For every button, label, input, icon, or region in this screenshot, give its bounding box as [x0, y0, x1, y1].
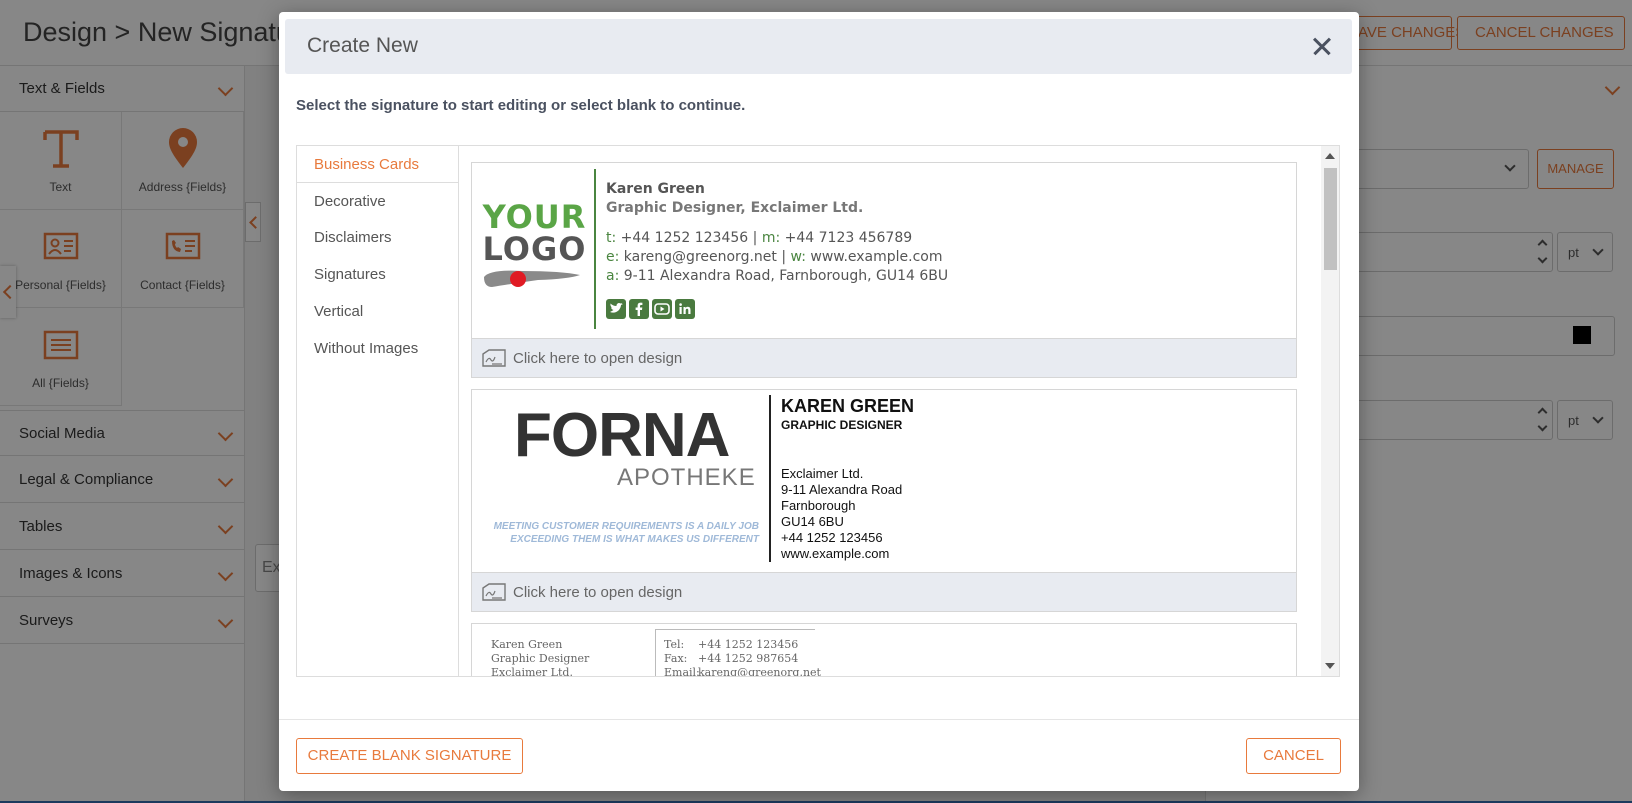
category-signatures[interactable]: Signatures [297, 256, 458, 293]
email-label: e: [606, 249, 620, 265]
cancel-button[interactable]: CANCEL [1246, 738, 1341, 774]
forna-logo-text: FORNA [514, 401, 730, 470]
company: Exclaimer Ltd. [491, 666, 573, 676]
separator: | [752, 230, 758, 246]
company: Exclaimer Ltd. [781, 466, 864, 481]
mobile-value: +44 7123 456789 [784, 230, 913, 246]
category-disclaimers[interactable]: Disclaimers [297, 219, 458, 256]
scroll-down-icon[interactable] [1325, 663, 1335, 669]
street: 9-11 Alexandra Road [781, 482, 903, 497]
town: Farnborough [781, 498, 856, 513]
twitter-icon [606, 299, 626, 319]
apotheke-logo-text: APOTHEKE [617, 464, 756, 491]
open-design-label: Click here to open design [513, 584, 683, 601]
email-line: e: kareng@greenorg.net | w: www.example.… [606, 249, 943, 265]
your-logo-image: YOUR LOGO [482, 201, 587, 291]
template-card[interactable]: FORNA APOTHEKE MEETING CUSTOMER REQUIREM… [471, 389, 1297, 612]
brush-stroke-icon [484, 270, 580, 287]
dialog-title: Create New [307, 34, 418, 57]
separator: | [781, 249, 787, 265]
dialog-header: Create New [285, 19, 1352, 74]
divider [594, 169, 596, 329]
signature-name: Karen Green [606, 181, 705, 197]
youtube-icon [652, 299, 672, 319]
motto-line2: EXCEEDING THEM IS WHAT MAKES US DIFFEREN… [510, 534, 759, 545]
create-blank-signature-button[interactable]: CREATE BLANK SIGNATURE [296, 738, 523, 774]
phone: +44 1252 123456 [781, 530, 883, 545]
footer-divider [279, 719, 1359, 720]
open-design-bar[interactable]: Click here to open design [472, 572, 1296, 611]
facebook-icon [629, 299, 649, 319]
scrollbar-thumb[interactable] [1324, 168, 1337, 270]
category-list: Business Cards Decorative Disclaimers Si… [297, 146, 459, 676]
email-value: kareng@greenorg.net [698, 666, 821, 676]
dialog-instruction: Select the signature to start editing or… [296, 97, 746, 114]
signature-name: KAREN GREEN [781, 396, 915, 416]
web-value: www.example.com [810, 249, 943, 265]
template-list-scrollbar[interactable] [1321, 146, 1339, 676]
category-decorative[interactable]: Decorative [297, 183, 458, 220]
create-new-dialog: Create New Select the signature to start… [279, 12, 1359, 791]
signature-role: Graphic Designer [491, 652, 590, 665]
divider [769, 395, 771, 562]
signature-doc-icon [482, 583, 506, 601]
phone-label: t: [606, 230, 617, 246]
open-design-bar[interactable]: Click here to open design [472, 338, 1296, 377]
email-value: kareng@greenorg.net [623, 249, 777, 265]
linkedin-icon [675, 299, 695, 319]
motto-line1: MEETING CUSTOMER REQUIREMENTS IS A DAILY… [493, 521, 759, 532]
tel-label: Tel: [664, 638, 685, 651]
open-design-label: Click here to open design [513, 350, 683, 367]
phone-value: +44 1252 123456 [620, 230, 749, 246]
address-value: 9-11 Alexandra Road, Farnborough, GU14 6… [623, 268, 949, 284]
divider [655, 629, 815, 630]
postcode: GU14 6BU [781, 514, 844, 529]
email-label: Email: [664, 666, 700, 676]
template-card[interactable]: YOUR LOGO Karen Green Graphic Designer, … [471, 162, 1297, 378]
signature-name: Karen Green [491, 638, 563, 651]
template-list[interactable]: YOUR LOGO Karen Green Graphic Designer, … [459, 146, 1321, 676]
address-label: a: [606, 268, 620, 284]
template-browser: Business Cards Decorative Disclaimers Si… [296, 145, 1340, 677]
scroll-up-icon[interactable] [1325, 153, 1335, 159]
logo-line2: LOGO [482, 230, 587, 268]
category-without-images[interactable]: Without Images [297, 330, 458, 367]
fax-value: +44 1252 987654 [698, 652, 799, 665]
phone-line: t: +44 1252 123456 | m: +44 7123 456789 [606, 230, 912, 246]
signature-role: Graphic Designer, Exclaimer Ltd. [606, 200, 864, 216]
website: www.example.com [781, 546, 890, 561]
web-label: w: [790, 249, 806, 265]
category-business-cards[interactable]: Business Cards [297, 146, 458, 183]
signature-role: GRAPHIC DESIGNER [781, 418, 903, 432]
address-line: a: 9-11 Alexandra Road, Farnborough, GU1… [606, 268, 948, 284]
divider [655, 630, 656, 676]
logo-line1: YOUR [482, 198, 587, 236]
close-icon[interactable] [1310, 34, 1334, 58]
tel-value: +44 1252 123456 [698, 638, 799, 651]
mobile-label: m: [761, 230, 781, 246]
template-card[interactable]: Karen Green Graphic Designer Exclaimer L… [471, 623, 1297, 676]
fax-label: Fax: [664, 652, 688, 665]
signature-doc-icon [482, 349, 506, 367]
category-vertical[interactable]: Vertical [297, 293, 458, 330]
